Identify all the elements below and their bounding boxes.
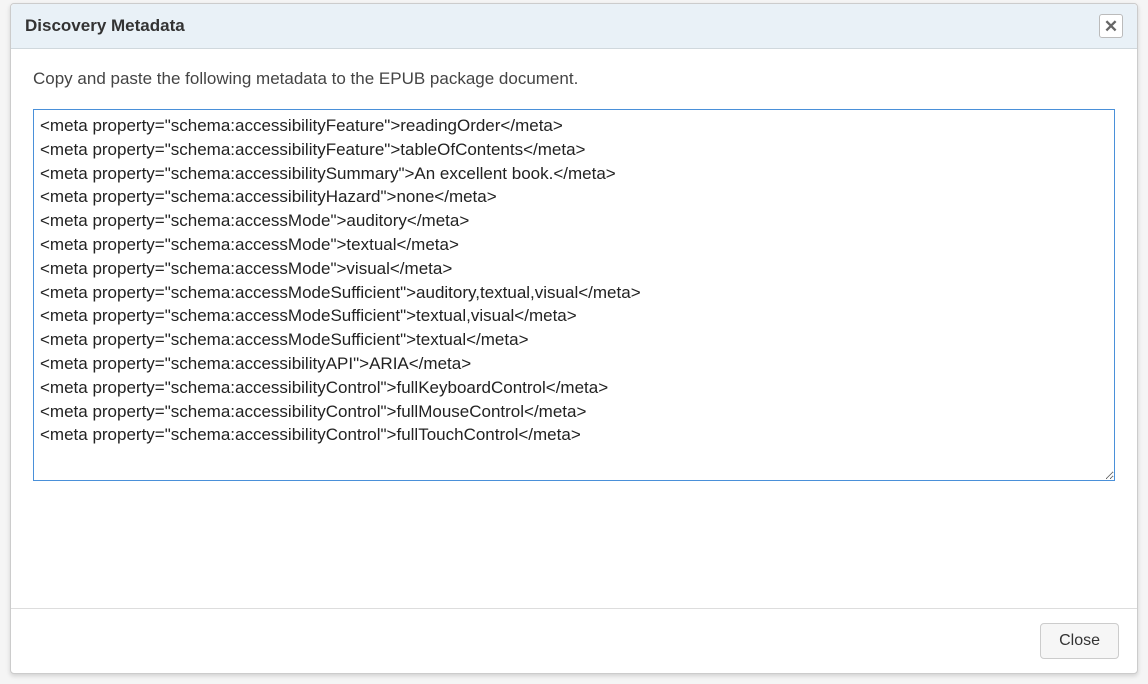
dialog-footer: Close [11,608,1137,673]
close-icon-button[interactable]: ✕ [1099,14,1123,38]
dialog-title: Discovery Metadata [25,16,185,36]
dialog-body: Copy and paste the following metadata to… [11,49,1137,608]
discovery-metadata-dialog: Discovery Metadata ✕ Copy and paste the … [10,3,1138,674]
instruction-text: Copy and paste the following metadata to… [33,69,1115,89]
close-icon: ✕ [1104,18,1118,35]
dialog-header: Discovery Metadata ✕ [11,4,1137,49]
metadata-textarea[interactable] [33,109,1115,481]
close-button[interactable]: Close [1040,623,1119,659]
